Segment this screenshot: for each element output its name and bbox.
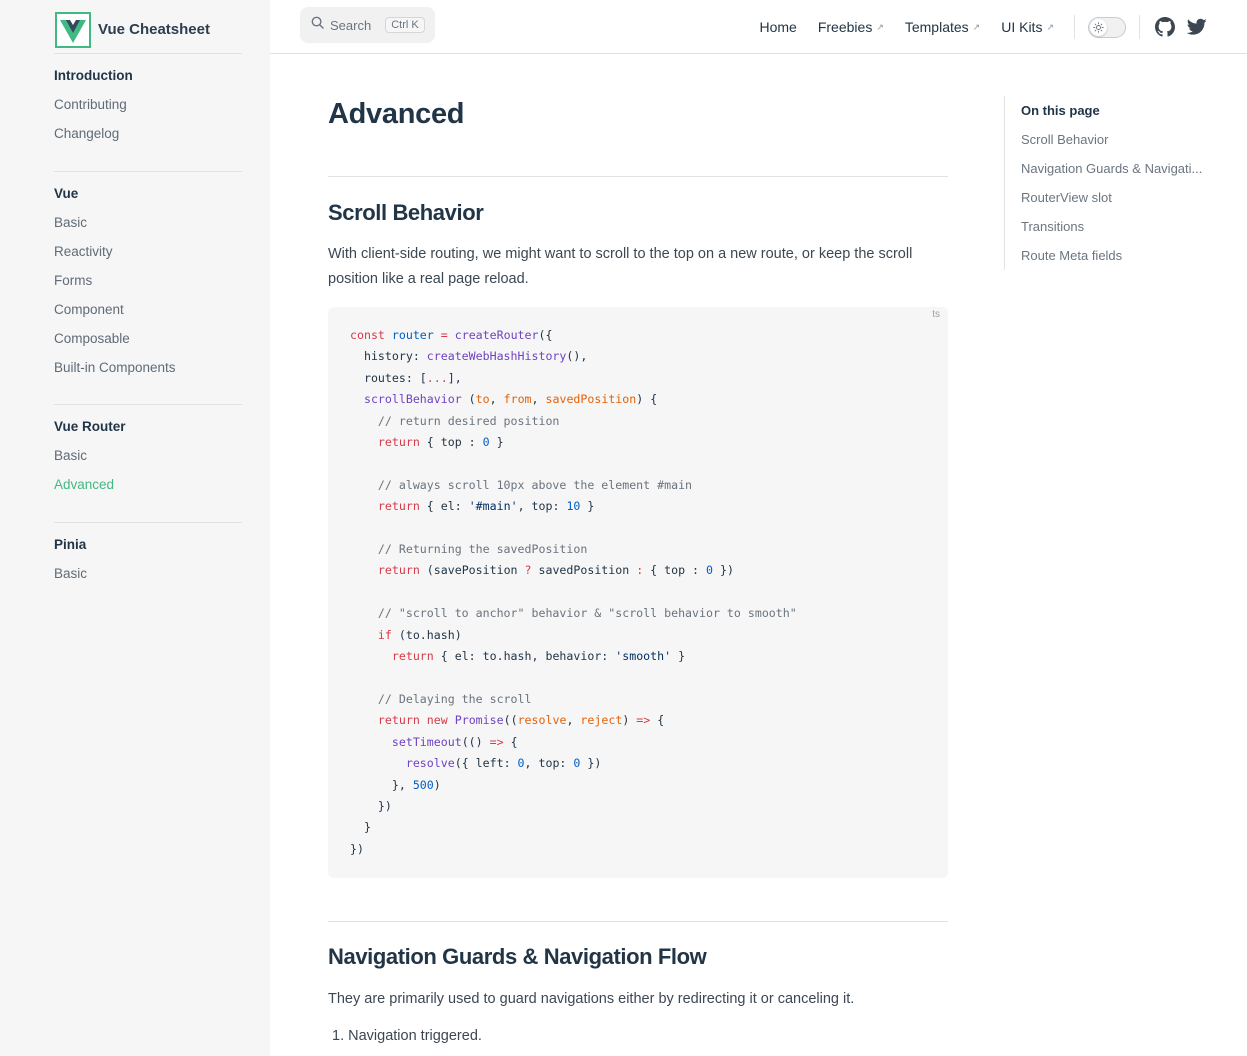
section-divider — [328, 921, 948, 922]
sidebar-item-reactivity[interactable]: Reactivity — [54, 237, 242, 266]
twitter-icon[interactable] — [1187, 18, 1207, 36]
code-block[interactable]: ts const router = createRouter({ history… — [328, 307, 948, 878]
sidebar-item-pinia-basic[interactable]: Basic — [54, 559, 242, 588]
search-label: Search — [330, 17, 372, 33]
sun-icon — [1090, 18, 1107, 36]
sidebar-group-title[interactable]: Introduction — [54, 61, 242, 90]
sidebar-item-router-advanced[interactable]: Advanced — [54, 470, 242, 499]
top-nav-links: Home Freebies ↗ Templates ↗ UI Kits ↗ — [738, 0, 1207, 54]
nav-link-uikits[interactable]: UI Kits ↗ — [1001, 19, 1054, 35]
sidebar-group-introduction: Introduction Contributing Changelog — [54, 61, 242, 148]
top-navbar: Search Ctrl K Home Freebies ↗ Templates ↗ … — [270, 0, 1247, 54]
outline-link-route-meta-fields[interactable]: Route Meta fields — [1021, 241, 1214, 270]
sidebar-group-title: Pinia — [54, 537, 87, 552]
sidebar-item-router-basic[interactable]: Basic — [54, 441, 242, 470]
github-icon[interactable] — [1155, 17, 1175, 37]
search-button[interactable]: Search Ctrl K — [300, 7, 435, 43]
sidebar-divider — [54, 404, 242, 405]
sidebar-item-contributing[interactable]: Contributing — [54, 90, 242, 119]
nav-link-templates[interactable]: Templates ↗ — [905, 19, 980, 35]
sidebar-item-changelog[interactable]: Changelog — [54, 119, 242, 148]
sidebar-group-pinia: Pinia Basic — [54, 530, 242, 588]
search-shortcut: Ctrl K — [385, 17, 425, 33]
sidebar-item-component[interactable]: Component — [54, 295, 242, 324]
sidebar-group-vue-router: Vue Router Basic Advanced — [54, 412, 242, 499]
section-divider — [328, 176, 948, 177]
nav-link-templates-label: Templates — [904, 19, 969, 35]
sidebar-divider — [54, 522, 242, 523]
nav-link-home-label: Home — [759, 19, 797, 35]
sidebar-group-vue: Vue Basic Reactivity Forms Component Com… — [54, 179, 242, 382]
sidebar-divider — [54, 171, 242, 172]
outline-link-scroll-behavior[interactable]: Scroll Behavior — [1021, 125, 1214, 154]
nav-link-uikits-label: UI Kits — [1001, 19, 1043, 35]
sidebar-group-title: Vue Router — [54, 419, 126, 434]
code-content: const router = createRouter({ history: c… — [350, 328, 797, 856]
list-item: 1. Navigation triggered. — [332, 1028, 482, 1044]
sidebar-item-composable[interactable]: Composable — [54, 324, 242, 353]
nav-link-freebies-label: Freebies — [817, 19, 873, 35]
theme-toggle[interactable] — [1088, 16, 1126, 38]
outline-title: On this page — [1021, 103, 1100, 118]
page-title: Advanced — [328, 98, 465, 130]
nav-link-home[interactable]: Home — [759, 19, 796, 35]
sidebar-item-built-in-components[interactable]: Built-in Components — [54, 353, 242, 382]
external-link-icon: ↗ — [1046, 21, 1054, 32]
vue-logo-icon — [54, 11, 91, 48]
brand[interactable]: Vue Cheatsheet — [54, 6, 242, 54]
nav-link-freebies[interactable]: Freebies ↗ — [818, 19, 884, 35]
section-text: They are primarily used to guard navigat… — [328, 991, 855, 1007]
section-heading-scroll-behavior: Scroll Behavior — [328, 200, 484, 225]
outline-link-routerview-slot[interactable]: RouterView slot — [1021, 183, 1214, 212]
sidebar: Vue Cheatsheet Introduction Contributing… — [0, 0, 270, 1056]
sidebar-group-title: Vue — [54, 186, 79, 201]
on-this-page-outline: On this page Scroll Behavior Navigation … — [1004, 96, 1214, 270]
outline-link-transitions[interactable]: Transitions — [1021, 212, 1214, 241]
brand-title: Vue Cheatsheet — [98, 21, 210, 38]
external-link-icon: ↗ — [876, 21, 884, 32]
section-text: With client-side routing, we might want … — [328, 246, 913, 287]
nav-divider — [1139, 15, 1140, 39]
section-heading-navigation-guards: Navigation Guards & Navigation Flow — [328, 944, 707, 969]
external-link-icon: ↗ — [972, 21, 981, 32]
sidebar-item-vue-basic[interactable]: Basic — [54, 208, 242, 237]
outline-link-navigation-guards[interactable]: Navigation Guards & Navigati... — [1021, 154, 1214, 183]
code-language: ts — [932, 309, 940, 320]
sidebar-item-forms[interactable]: Forms — [54, 266, 242, 295]
nav-divider — [1074, 15, 1075, 39]
search-icon — [311, 16, 324, 34]
